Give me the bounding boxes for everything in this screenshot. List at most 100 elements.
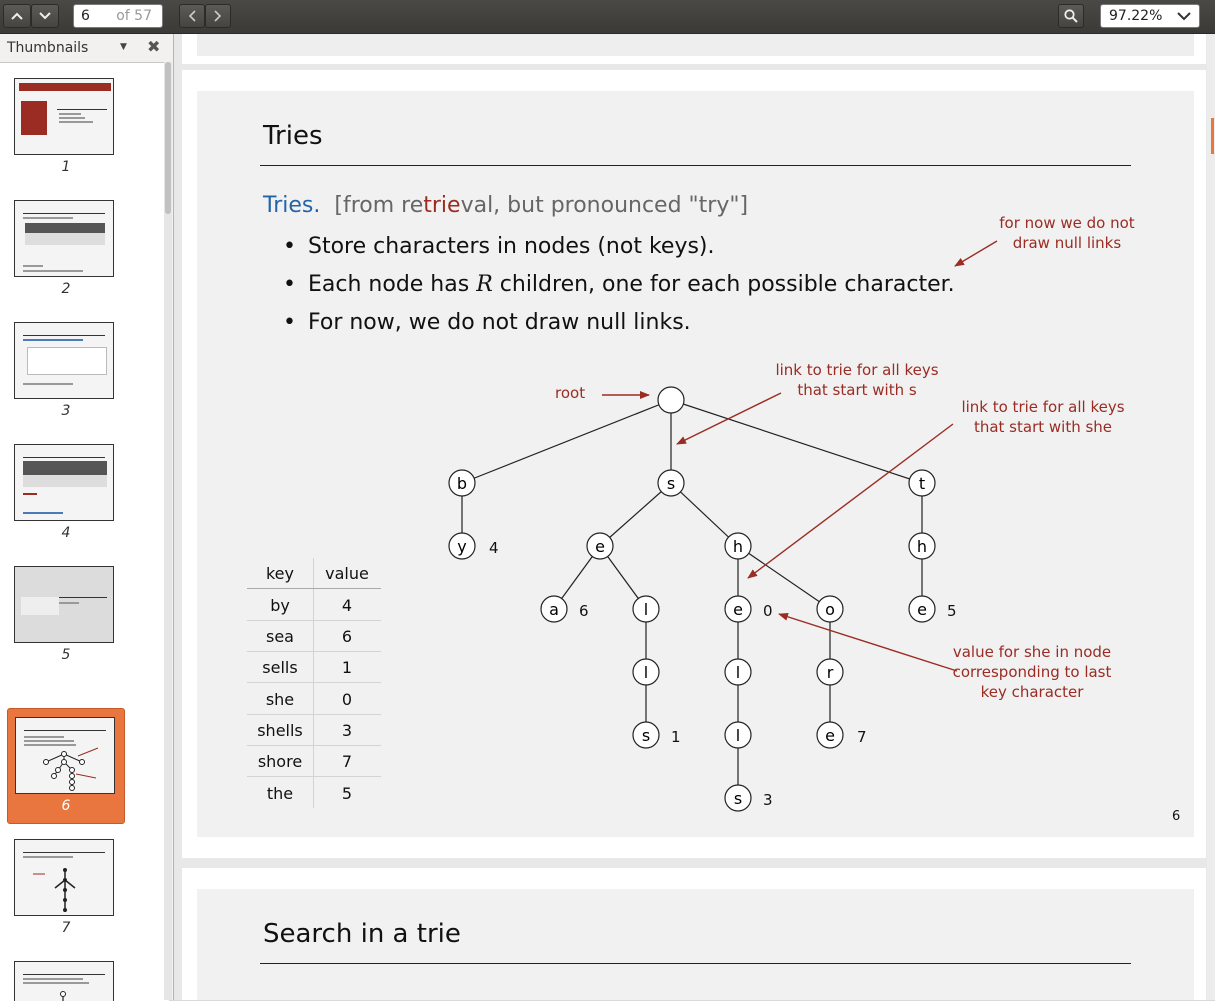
table-cell-key: by (270, 596, 290, 615)
chevron-right-icon (214, 10, 222, 22)
node-label: l (736, 663, 740, 682)
current-page: 6 (81, 8, 90, 24)
node-label: l (644, 663, 648, 682)
search-icon (1064, 9, 1078, 23)
table-cell-value: 5 (341, 784, 353, 803)
table-cell-value: 7 (341, 752, 353, 771)
trie-nodes: b s t y e h h a l e o e l l r s l e s (448, 386, 936, 812)
table-rule (247, 651, 381, 652)
trie-node: s (632, 721, 660, 749)
node-value: 7 (857, 728, 867, 746)
table-header-value: value (325, 564, 369, 583)
trie-node: l (724, 721, 752, 749)
trie-node: y (448, 532, 476, 560)
scroll-position-marker[interactable] (1211, 118, 1214, 154)
next-page-button[interactable] (31, 4, 59, 28)
page-number-input[interactable]: 6 of 57 (73, 4, 163, 28)
node-label: h (733, 537, 743, 556)
table-cell-value: 3 (341, 721, 353, 740)
document-scrollbar[interactable] (1207, 34, 1215, 1000)
search-button[interactable] (1058, 4, 1084, 28)
node-label: l (644, 600, 648, 619)
sidebar-scrollbar-thumb[interactable] (165, 62, 171, 214)
thumbnail-6[interactable] (15, 717, 115, 794)
chevron-up-icon (11, 12, 23, 20)
trie-node: r (816, 658, 844, 686)
thumbnail-number: 3 (61, 403, 71, 419)
forward-button[interactable] (205, 4, 231, 28)
thumbnail-2[interactable] (14, 200, 114, 277)
node-value: 6 (579, 602, 589, 620)
trie-node: h (724, 532, 752, 560)
node-label: h (917, 537, 927, 556)
table-cell-key: shells (257, 721, 303, 740)
trie-node: s (657, 469, 685, 497)
slide-6: Tries Tries. [from retrieval, but pronou… (197, 91, 1194, 837)
thumbnail-5[interactable] (14, 566, 114, 643)
node-label: l (736, 726, 740, 745)
trie-node: e (586, 532, 614, 560)
trie-node: l (632, 595, 660, 623)
chevron-down-icon (39, 12, 51, 20)
close-sidebar-icon[interactable]: ✖ (147, 37, 160, 56)
trie-node: l (632, 658, 660, 686)
thumbnail-7[interactable] (14, 839, 114, 916)
node-label: y (457, 537, 466, 556)
node-values: 4 6 0 5 1 7 3 (489, 539, 957, 809)
prev-page-button[interactable] (3, 4, 31, 28)
back-button[interactable] (179, 4, 205, 28)
toolbar: 6 of 57 97.22% (0, 0, 1215, 34)
node-value: 3 (763, 791, 773, 809)
thumbnail-number: 7 (61, 920, 71, 936)
table-cell-value: 4 (341, 596, 353, 615)
sidebar-header: Thumbnails ▼ ✖ (0, 34, 173, 62)
sidebar-dropdown-icon[interactable]: ▼ (120, 42, 127, 52)
node-label: a (549, 600, 559, 619)
trie-node: a (540, 595, 568, 623)
thumbnail-4[interactable] (14, 444, 114, 521)
trie-node: t (908, 469, 936, 497)
node-label: s (734, 789, 742, 808)
trie-node: h (908, 532, 936, 560)
table-rule (247, 745, 381, 746)
trie-node: e (724, 595, 752, 623)
thumbnail-number: 5 (61, 647, 71, 663)
thumbnail-number: 6 (61, 798, 71, 814)
node-label: e (825, 726, 835, 745)
zoom-select[interactable]: 97.22% (1100, 4, 1200, 28)
table-cell-key: sells (262, 658, 298, 677)
node-label: e (917, 600, 927, 619)
node-value: 0 (763, 602, 773, 620)
arrow-null-links (954, 240, 998, 267)
previous-page (182, 34, 1206, 64)
trie-node: s (724, 784, 752, 812)
thumbnail-number: 1 (61, 159, 71, 175)
slide-page-number: 6 (1172, 809, 1181, 824)
thumbnail-list: 1 2 3 4 5 6 7 (0, 62, 169, 1001)
node-value: 5 (947, 602, 957, 620)
thumbnail-8[interactable] (14, 961, 114, 1001)
node-label: e (595, 537, 605, 556)
table-rule (247, 714, 381, 715)
trie-node: b (448, 469, 476, 497)
zoom-value: 97.22% (1109, 8, 1163, 24)
table-cell-value: 0 (341, 690, 353, 709)
page-7: Search in a trie (182, 868, 1206, 1000)
table-header-key: key (265, 564, 294, 583)
trie-edges (461, 399, 923, 798)
node-label: o (825, 600, 835, 619)
sidebar-scrollbar[interactable] (164, 62, 172, 1000)
chevron-left-icon (188, 10, 196, 22)
thumbnail-trie-preview (33, 868, 76, 912)
table-cell-key: sea (266, 627, 294, 646)
annotation-arrows (602, 240, 998, 672)
trie-node: l (724, 658, 752, 686)
sidebar-title: Thumbnails (7, 40, 89, 56)
trie-node: e (816, 721, 844, 749)
thumbnail-3[interactable] (14, 322, 114, 399)
thumbnail-number: 2 (61, 281, 71, 297)
thumbnail-1[interactable] (14, 78, 114, 155)
table-cell-value: 1 (341, 658, 353, 677)
next-slide-title: Search in a trie (263, 919, 461, 949)
table-rule (247, 776, 381, 777)
